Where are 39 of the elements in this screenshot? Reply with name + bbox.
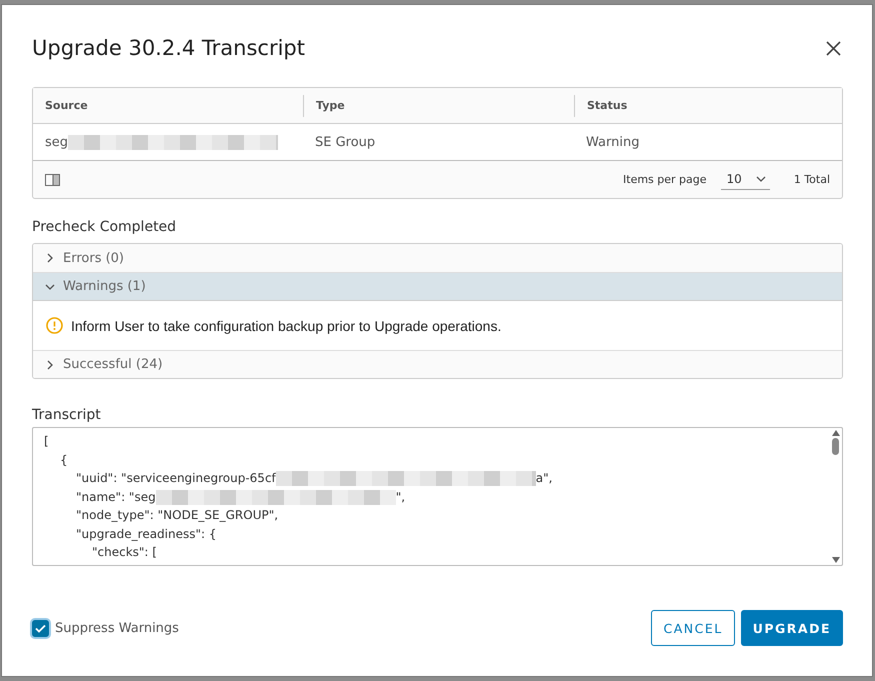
code-line: [ [44,433,50,450]
cancel-button[interactable]: CANCEL [651,610,735,646]
warning-icon [46,317,63,334]
close-icon [826,40,841,56]
total-count: 1 Total [794,173,830,186]
accordion-header[interactable]: Successful (24) [33,350,842,378]
code-line: "name": "seg ", [76,488,406,506]
code-line: "upgrade_readiness": { [76,526,218,543]
accordion-header[interactable]: Errors (0) [33,244,842,272]
transcript-field[interactable]: [ { "uuid": "serviceenginegroup-65cf a", "name": "seg ", "node_type": "NODE_SE_GROUP", "upgrade_readiness": { "checks": [ [32,427,843,566]
items-per-page-label: Items per page [623,173,707,186]
upgrade-button[interactable]: UPGRADE [740,610,843,646]
scroll-up-icon[interactable] [832,430,840,436]
checkbox[interactable] [32,620,49,636]
scroll-down-icon[interactable] [832,557,840,563]
checkbox-label: Suppress Warnings [55,620,179,636]
checkmark-icon [35,624,46,632]
chevron-down-icon [45,282,55,292]
items-per-page-select[interactable]: 10 [720,169,770,190]
chevron-right-icon [45,253,55,263]
code-line: "uuid": "serviceenginegroup-65cf a", [76,470,554,488]
code-line: "checks": [ [92,544,158,561]
table-cell-text: Warning [585,134,640,150]
accordion-header[interactable]: Warnings (1) [33,272,842,300]
column-header[interactable]: Source [33,94,303,116]
section-heading: Transcript [32,407,102,423]
table-cell-text: SE Group [314,134,376,150]
chevron-right-icon [45,360,55,370]
section-heading: Precheck Completed [32,219,178,235]
warning-message: Inform User to take configuration backup prior to Upgrade operations. [71,318,502,334]
chevron-down-icon [756,174,766,184]
columns-icon[interactable] [45,174,60,186]
column-header[interactable]: Status [574,94,842,116]
code-line: "node_type": "NODE_SE_GROUP", [76,507,280,524]
code-line: { [60,452,69,468]
dialog-title: Upgrade 30.2.4 Transcript [32,36,305,60]
column-header[interactable]: Type [303,94,574,116]
scrollbar-thumb[interactable] [832,438,839,455]
close-button[interactable] [824,38,843,58]
